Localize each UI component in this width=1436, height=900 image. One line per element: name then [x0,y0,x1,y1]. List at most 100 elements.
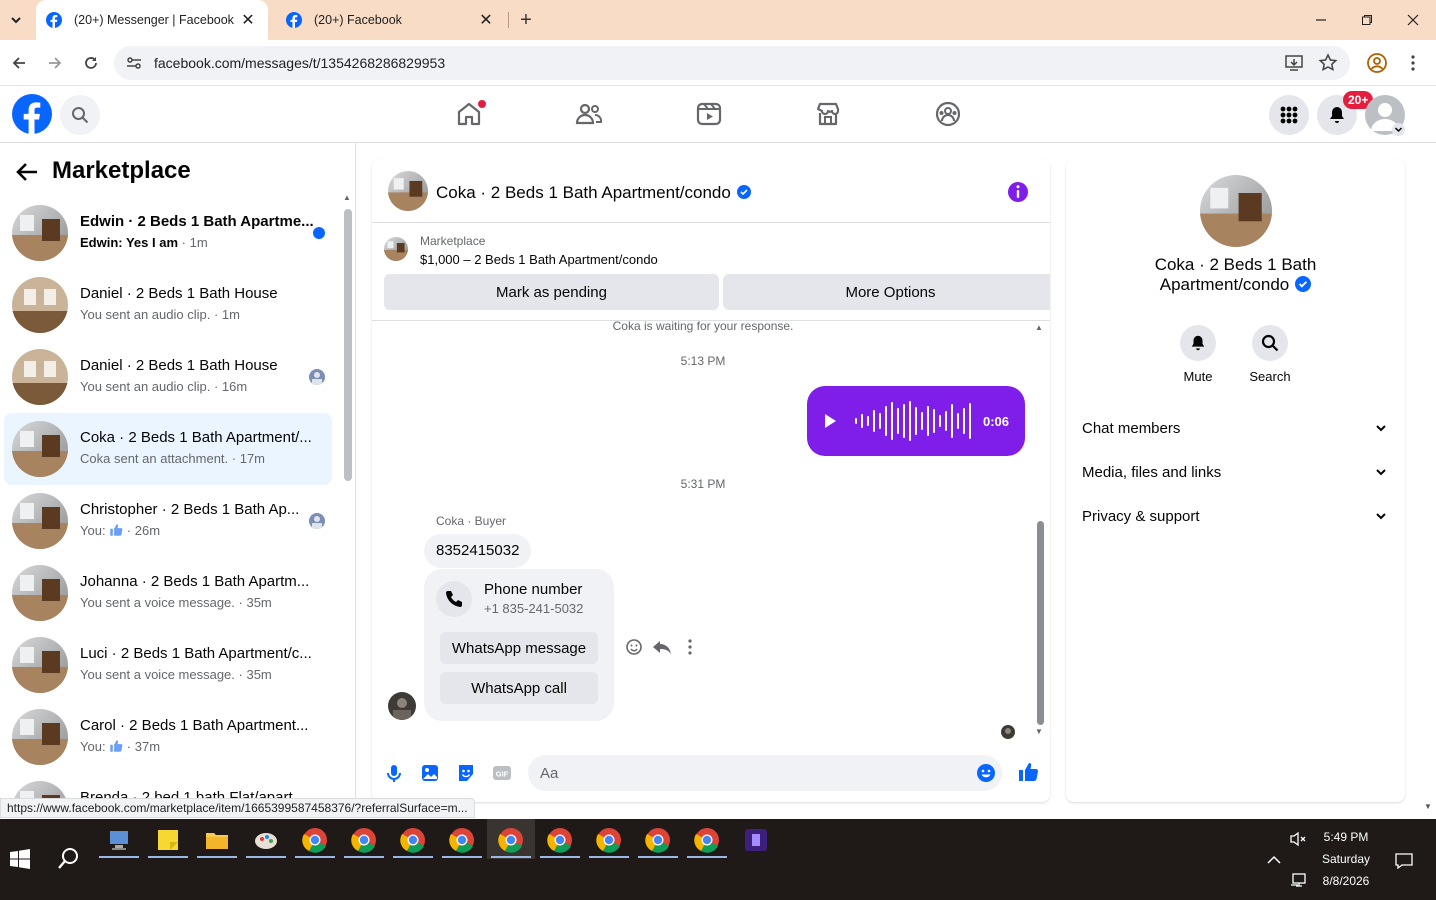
taskbar-app-chrome-icon[interactable] [498,827,524,853]
taskbar-app-note-icon[interactable] [155,827,181,853]
more-vertical-icon[interactable] [678,635,702,659]
url-text[interactable]: facebook.com/messages/t/1354268286829953 [154,55,445,71]
scroll-up-arrow[interactable]: ▲ [1035,323,1043,332]
profile-avatar[interactable] [1200,175,1272,247]
taskbar-app-chrome-icon[interactable] [645,827,671,853]
search-button[interactable] [60,95,100,135]
privacy-support-section[interactable]: Privacy & support [1082,496,1389,536]
install-app-icon[interactable] [1284,53,1304,73]
clock-day[interactable]: Saturday [1316,852,1376,866]
info-icon[interactable] [1006,180,1030,204]
reply-icon[interactable] [650,635,674,659]
conversation-item[interactable]: Daniel · 2 Beds 1 Bath House You sent an … [4,269,332,341]
microphone-icon[interactable] [384,763,404,783]
chat-avatar[interactable] [388,171,428,211]
page-scroll-down-arrow[interactable]: ▼ [1424,802,1432,811]
site-settings-icon[interactable] [124,53,144,73]
taskbar-search-icon[interactable] [56,846,82,872]
taskbar-app-chrome-icon[interactable] [302,827,328,853]
marketplace-icon[interactable] [814,100,842,128]
media-files-links-section[interactable]: Media, files and links [1082,452,1389,492]
audio-waveform[interactable] [853,400,973,442]
facebook-logo-icon[interactable] [12,94,52,134]
taskbar-app-paint-icon[interactable] [253,827,279,853]
taskbar-app-chrome-icon[interactable] [694,827,720,853]
play-icon[interactable] [823,413,837,429]
scroll-down-arrow[interactable]: ▼ [1035,727,1043,736]
taskbar-app-chrome-icon[interactable] [547,827,573,853]
video-icon[interactable] [695,100,723,128]
taskbar-app-chrome-icon[interactable] [400,827,426,853]
listing-title[interactable]: $1,000 – 2 Beds 1 Bath Apartment/condo [420,252,658,267]
conversation-item[interactable]: Luci · 2 Beds 1 Bath Apartment/c... You s… [4,629,332,701]
listing-photo [12,565,68,621]
taskbar-app-chrome-icon[interactable] [351,827,377,853]
taskbar-app-pc-icon[interactable] [106,827,132,853]
sticker-icon[interactable] [456,763,476,783]
close-tab-icon[interactable]: ✕ [476,10,496,30]
chat-scrollbar[interactable] [1037,521,1044,725]
conversation-item[interactable]: Daniel · 2 Beds 1 Bath House You sent an … [4,341,332,413]
close-tab-icon[interactable]: ✕ [238,10,258,30]
omnibox[interactable]: facebook.com/messages/t/1354268286829953 [114,46,1350,80]
clock-time[interactable]: 5:49 PM [1316,830,1376,844]
listing-thumbnail[interactable] [384,237,408,261]
search-action[interactable]: Search [1240,325,1300,384]
tab-search-menu-button[interactable] [4,8,28,32]
photo-icon[interactable] [420,763,440,783]
whatsapp-call-button[interactable]: WhatsApp call [440,672,598,704]
sidebar-scrollbar[interactable] [344,209,352,481]
audio-message[interactable]: 0:06 [807,386,1025,456]
close-window-button[interactable] [1401,8,1425,32]
gif-icon[interactable]: GIF [492,763,512,783]
conversation-item[interactable]: Johanna · 2 Beds 1 Bath Apartm... You sen… [4,557,332,629]
bookmark-star-icon[interactable] [1318,53,1338,73]
taskbar-app-chrome-icon[interactable] [449,827,475,853]
conversation-item[interactable]: Coka · 2 Beds 1 Bath Apartment/... Coka s… [4,413,332,485]
conversation-item[interactable]: Christopher · 2 Beds 1 Bath Ap... You: · … [4,485,332,557]
emoji-icon[interactable] [976,763,996,783]
back-arrow-icon[interactable] [14,159,40,185]
mute-label: Mute [1183,369,1213,384]
taskbar-app-folder-icon[interactable] [204,827,230,853]
mark-as-pending-button[interactable]: Mark as pending [384,274,719,310]
menu-button[interactable] [1269,95,1309,135]
scroll-up-arrow[interactable]: ▲ [343,193,351,202]
windows-start-icon[interactable] [10,849,30,869]
minimize-button[interactable] [1309,8,1333,32]
taskbar-app-chrome-icon[interactable] [596,827,622,853]
taskbar-app-app-icon[interactable] [743,827,769,853]
mute-button[interactable] [1180,325,1216,361]
profile-icon[interactable] [1366,52,1388,74]
restore-button[interactable] [1355,8,1379,32]
new-tab-button[interactable]: + [514,8,538,32]
account-chevron-icon[interactable] [1392,123,1405,136]
network-icon[interactable] [1289,871,1307,889]
sender-avatar[interactable] [388,692,416,720]
running-indicator [148,856,188,858]
whatsapp-message-button[interactable]: WhatsApp message [440,632,598,664]
mute-action[interactable]: Mute [1168,325,1228,384]
tab-messenger[interactable]: (20+) Messenger | Facebook ✕ [36,0,268,40]
clock-date[interactable]: 8/8/2026 [1316,874,1376,888]
tab-facebook[interactable]: (20+) Facebook ✕ [276,0,506,40]
conversation-item[interactable]: Edwin · 2 Beds 1 Bath Apartme... Edwin: Y… [4,197,332,269]
kebab-menu-icon[interactable] [1408,54,1418,72]
chat-title[interactable]: Coka · 2 Beds 1 Bath Apartment/condo [436,183,751,203]
reload-button[interactable] [79,51,103,75]
chat-members-section[interactable]: Chat members [1082,408,1389,448]
action-center-icon[interactable] [1394,851,1414,871]
back-button[interactable] [7,51,31,75]
thumbs-up-icon[interactable] [1017,761,1039,783]
more-options-button[interactable]: More Options [723,274,1050,310]
chevron-up-icon[interactable] [1265,851,1283,869]
groups-icon[interactable] [934,100,962,128]
volume-muted-icon[interactable] [1289,830,1307,848]
react-emoji-icon[interactable] [622,635,646,659]
search-conversation-button[interactable] [1252,325,1288,361]
message-bubble[interactable]: 8352415032 [424,534,532,568]
conversation-item[interactable]: Carol · 2 Beds 1 Bath Apartment... You: ·… [4,701,332,773]
friends-icon[interactable] [575,100,603,128]
forward-button[interactable] [43,51,67,75]
message-input[interactable]: Aa [528,755,1002,791]
